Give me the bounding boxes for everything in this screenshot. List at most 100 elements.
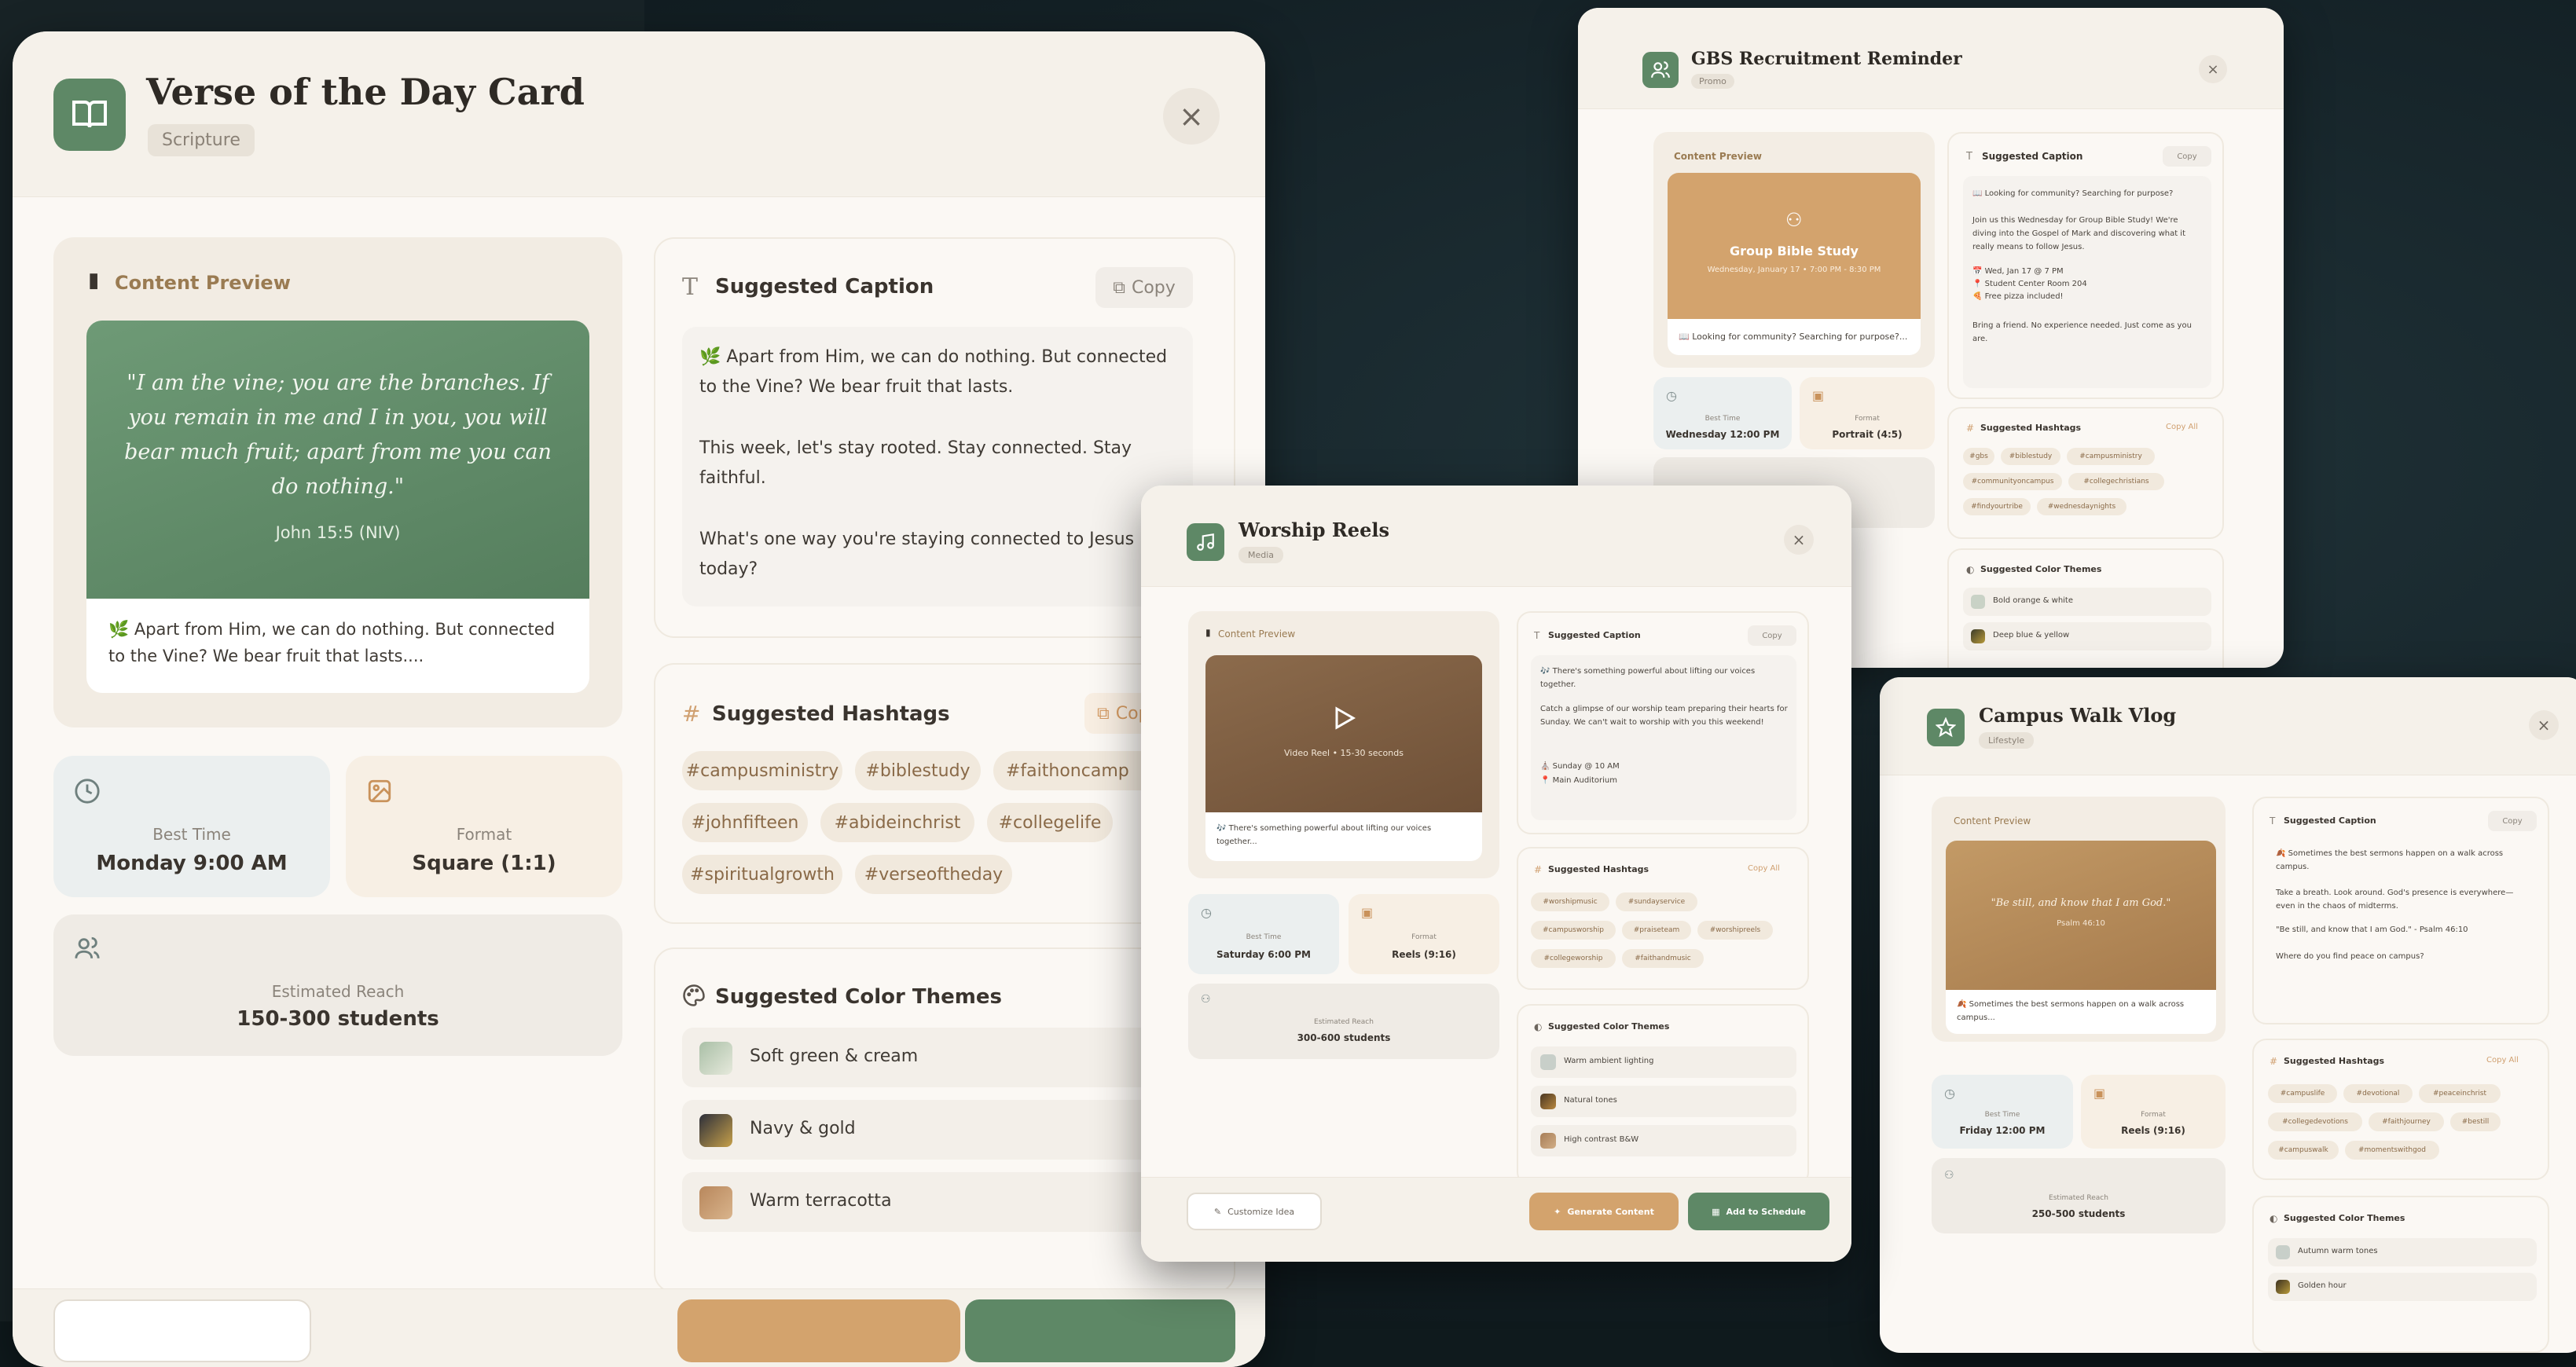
- swatch-icon: [699, 1186, 732, 1219]
- copy-all-button[interactable]: Copy All: [2166, 423, 2198, 431]
- hashtag-chip[interactable]: #faithandmusic: [1622, 949, 1704, 968]
- customize-button[interactable]: ✎ Customize Idea: [1187, 1193, 1322, 1230]
- text-icon: T: [1534, 630, 1540, 641]
- modal-title: Campus Walk Vlog: [1979, 704, 2177, 727]
- video-label: Video Reel • 15-30 seconds: [1284, 748, 1404, 758]
- hashtag-chip[interactable]: #collegedevotions: [2268, 1112, 2362, 1131]
- copy-button[interactable]: Copy: [1748, 625, 1796, 646]
- hashtags-title: Suggested Hashtags: [712, 702, 950, 726]
- best-time-value: Wednesday 12:00 PM: [1665, 429, 1780, 440]
- theme-option[interactable]: Warm ambient lighting: [1531, 1046, 1796, 1078]
- modal-title: GBS Recruitment Reminder: [1691, 49, 1962, 69]
- hashtag-chip[interactable]: #gbs: [1963, 448, 1994, 465]
- hashtag-chip[interactable]: #devotional: [2343, 1084, 2413, 1103]
- format-value: Reels (9:16): [2121, 1125, 2185, 1136]
- best-time-label: Best Time: [152, 825, 231, 844]
- reach-card: Estimated Reach 150-300 students: [53, 914, 622, 1056]
- generate-label: Generate Content: [1567, 1206, 1654, 1217]
- format-value: Square (1:1): [412, 852, 556, 875]
- theme-option[interactable]: Autumn warm tones: [2268, 1238, 2537, 1266]
- hashtag-chip[interactable]: #collegechristians: [2068, 473, 2164, 490]
- caption-p3: "Be still, and know that I am God." - Ps…: [2276, 925, 2468, 934]
- hashtag-chip[interactable]: #campusministry: [2067, 448, 2155, 465]
- swatch-icon: [699, 1114, 732, 1147]
- caption-title: Suggested Caption: [2284, 815, 2376, 826]
- hashtag-chip[interactable]: #communityoncampus: [1963, 473, 2062, 490]
- caption-p1: 🌿 Apart from Him, we can do nothing. But…: [699, 347, 1168, 397]
- format-label: Format: [2141, 1111, 2166, 1119]
- event-subtitle: Wednesday, January 17 • 7:00 PM - 8:30 P…: [1707, 266, 1881, 274]
- close-button[interactable]: ×: [1784, 525, 1814, 555]
- best-time-value: Friday 12:00 PM: [1959, 1125, 2046, 1136]
- hashtag-chip[interactable]: #worshipmusic: [1531, 892, 1609, 911]
- caption-p1: 🍂 Sometimes the best sermons happen on a…: [2276, 849, 2504, 871]
- theme-option[interactable]: Deep blue & yellow: [1963, 622, 2211, 651]
- text-icon: T: [2270, 815, 2276, 826]
- hash-icon: #: [2270, 1056, 2278, 1067]
- preview-caption-box: 🎶 There's something powerful about lifti…: [1205, 812, 1482, 861]
- play-icon[interactable]: [1330, 704, 1358, 735]
- hashtag-chip[interactable]: #campusministry: [682, 751, 842, 790]
- modal-header: GBS Recruitment Reminder Promo ×: [1578, 8, 2284, 109]
- hashtags-title: Suggested Hashtags: [2284, 1056, 2385, 1066]
- theme-option[interactable]: Navy & gold: [682, 1100, 1193, 1160]
- reach-card: ⚇ Estimated Reach 250-500 students: [1932, 1158, 2226, 1233]
- close-button[interactable]: ×: [2529, 710, 2559, 740]
- hashtag-chip[interactable]: #johnfifteen: [682, 803, 808, 842]
- hashtag-chip[interactable]: #campusworship: [1531, 921, 1616, 940]
- hashtag-chip[interactable]: #biblestudy: [2001, 448, 2060, 465]
- best-time-card: ◷ Best Time Wednesday 12:00 PM: [1653, 377, 1792, 449]
- hashtag-chip[interactable]: #faithjourney: [2369, 1112, 2444, 1131]
- schedule-label: Add to Schedule: [1726, 1206, 1806, 1217]
- hashtag-chip[interactable]: #abideinchrist: [820, 803, 974, 842]
- copy-label: Copy: [1131, 277, 1176, 298]
- hashtag-chip[interactable]: #collegelife: [987, 803, 1113, 842]
- copy-button[interactable]: Copy: [2163, 146, 2211, 167]
- close-button[interactable]: ×: [1163, 88, 1220, 145]
- hashtag-chip[interactable]: #sundayservice: [1616, 892, 1697, 911]
- schedule-button[interactable]: ▦ Add to Schedule: [1688, 1193, 1829, 1230]
- hashtag-chip[interactable]: #campuslife: [2268, 1084, 2337, 1103]
- hashtag-chip[interactable]: #collegeworship: [1531, 949, 1616, 968]
- wand-icon: ✦: [1554, 1206, 1561, 1217]
- schedule-button[interactable]: [965, 1299, 1235, 1362]
- copy-icon: ⧉: [1113, 277, 1125, 298]
- copy-all-button[interactable]: Copy All: [2486, 1056, 2519, 1065]
- hashtag-chip[interactable]: #bestill: [2450, 1112, 2501, 1131]
- customize-button[interactable]: [53, 1299, 311, 1362]
- color-themes-card: ◐ Suggested Color Themes Bold orange & w…: [1947, 548, 2224, 668]
- modal-verse-of-the-day: Verse of the Day Card Scripture × ▮ Cont…: [13, 31, 1265, 1367]
- theme-option[interactable]: High contrast B&W: [1531, 1125, 1796, 1156]
- hashtag-chip[interactable]: #biblestudy: [855, 751, 981, 790]
- hashtag-chip[interactable]: #wednesdaynights: [2037, 498, 2126, 515]
- hashtag-chip[interactable]: #spiritualgrowth: [682, 855, 842, 894]
- hashtag-chip[interactable]: #momentswithgod: [2345, 1141, 2439, 1160]
- theme-option[interactable]: Soft green & cream: [682, 1028, 1193, 1087]
- hashtag-chip[interactable]: #worshipreels: [1697, 921, 1773, 940]
- reach-value: 300-600 students: [1297, 1032, 1391, 1043]
- hashtags-card: # Suggested Hashtags Copy All #worshipmu…: [1517, 847, 1809, 990]
- hashtag-chip[interactable]: #praiseteam: [1622, 921, 1691, 940]
- close-button[interactable]: ×: [2199, 55, 2227, 83]
- hashtag-chip[interactable]: #findyourtribe: [1963, 498, 2031, 515]
- theme-option[interactable]: Bold orange & white: [1963, 588, 2211, 616]
- hashtag-chip[interactable]: #verseoftheday: [855, 855, 1012, 894]
- verse-graphic: "Be still, and know that I am God." Psal…: [1946, 841, 2216, 990]
- hashtag-chip[interactable]: #campuswalk: [2268, 1141, 2339, 1160]
- phone-icon: ▮: [1205, 627, 1211, 638]
- modal-header: Worship Reels Media ×: [1141, 486, 1851, 587]
- users-icon: ⚇: [1201, 993, 1211, 1006]
- star-icon: [1927, 709, 1965, 746]
- hashtag-chip[interactable]: #peaceinchrist: [2419, 1084, 2501, 1103]
- copy-all-button[interactable]: Copy All: [1748, 864, 1780, 873]
- color-themes-card: ◐ Suggested Color Themes Warm ambient li…: [1517, 1004, 1809, 1186]
- generate-button[interactable]: [677, 1299, 960, 1362]
- theme-option[interactable]: Golden hour: [2268, 1273, 2537, 1301]
- theme-option[interactable]: Warm terracotta: [682, 1172, 1193, 1232]
- theme-label: Warm terracotta: [750, 1191, 892, 1211]
- music-icon: [1187, 523, 1224, 561]
- generate-button[interactable]: ✦ Generate Content: [1529, 1193, 1679, 1230]
- copy-button[interactable]: ⧉ Copy: [1095, 267, 1193, 308]
- copy-button[interactable]: Copy: [2488, 811, 2537, 831]
- theme-option[interactable]: Natural tones: [1531, 1086, 1796, 1117]
